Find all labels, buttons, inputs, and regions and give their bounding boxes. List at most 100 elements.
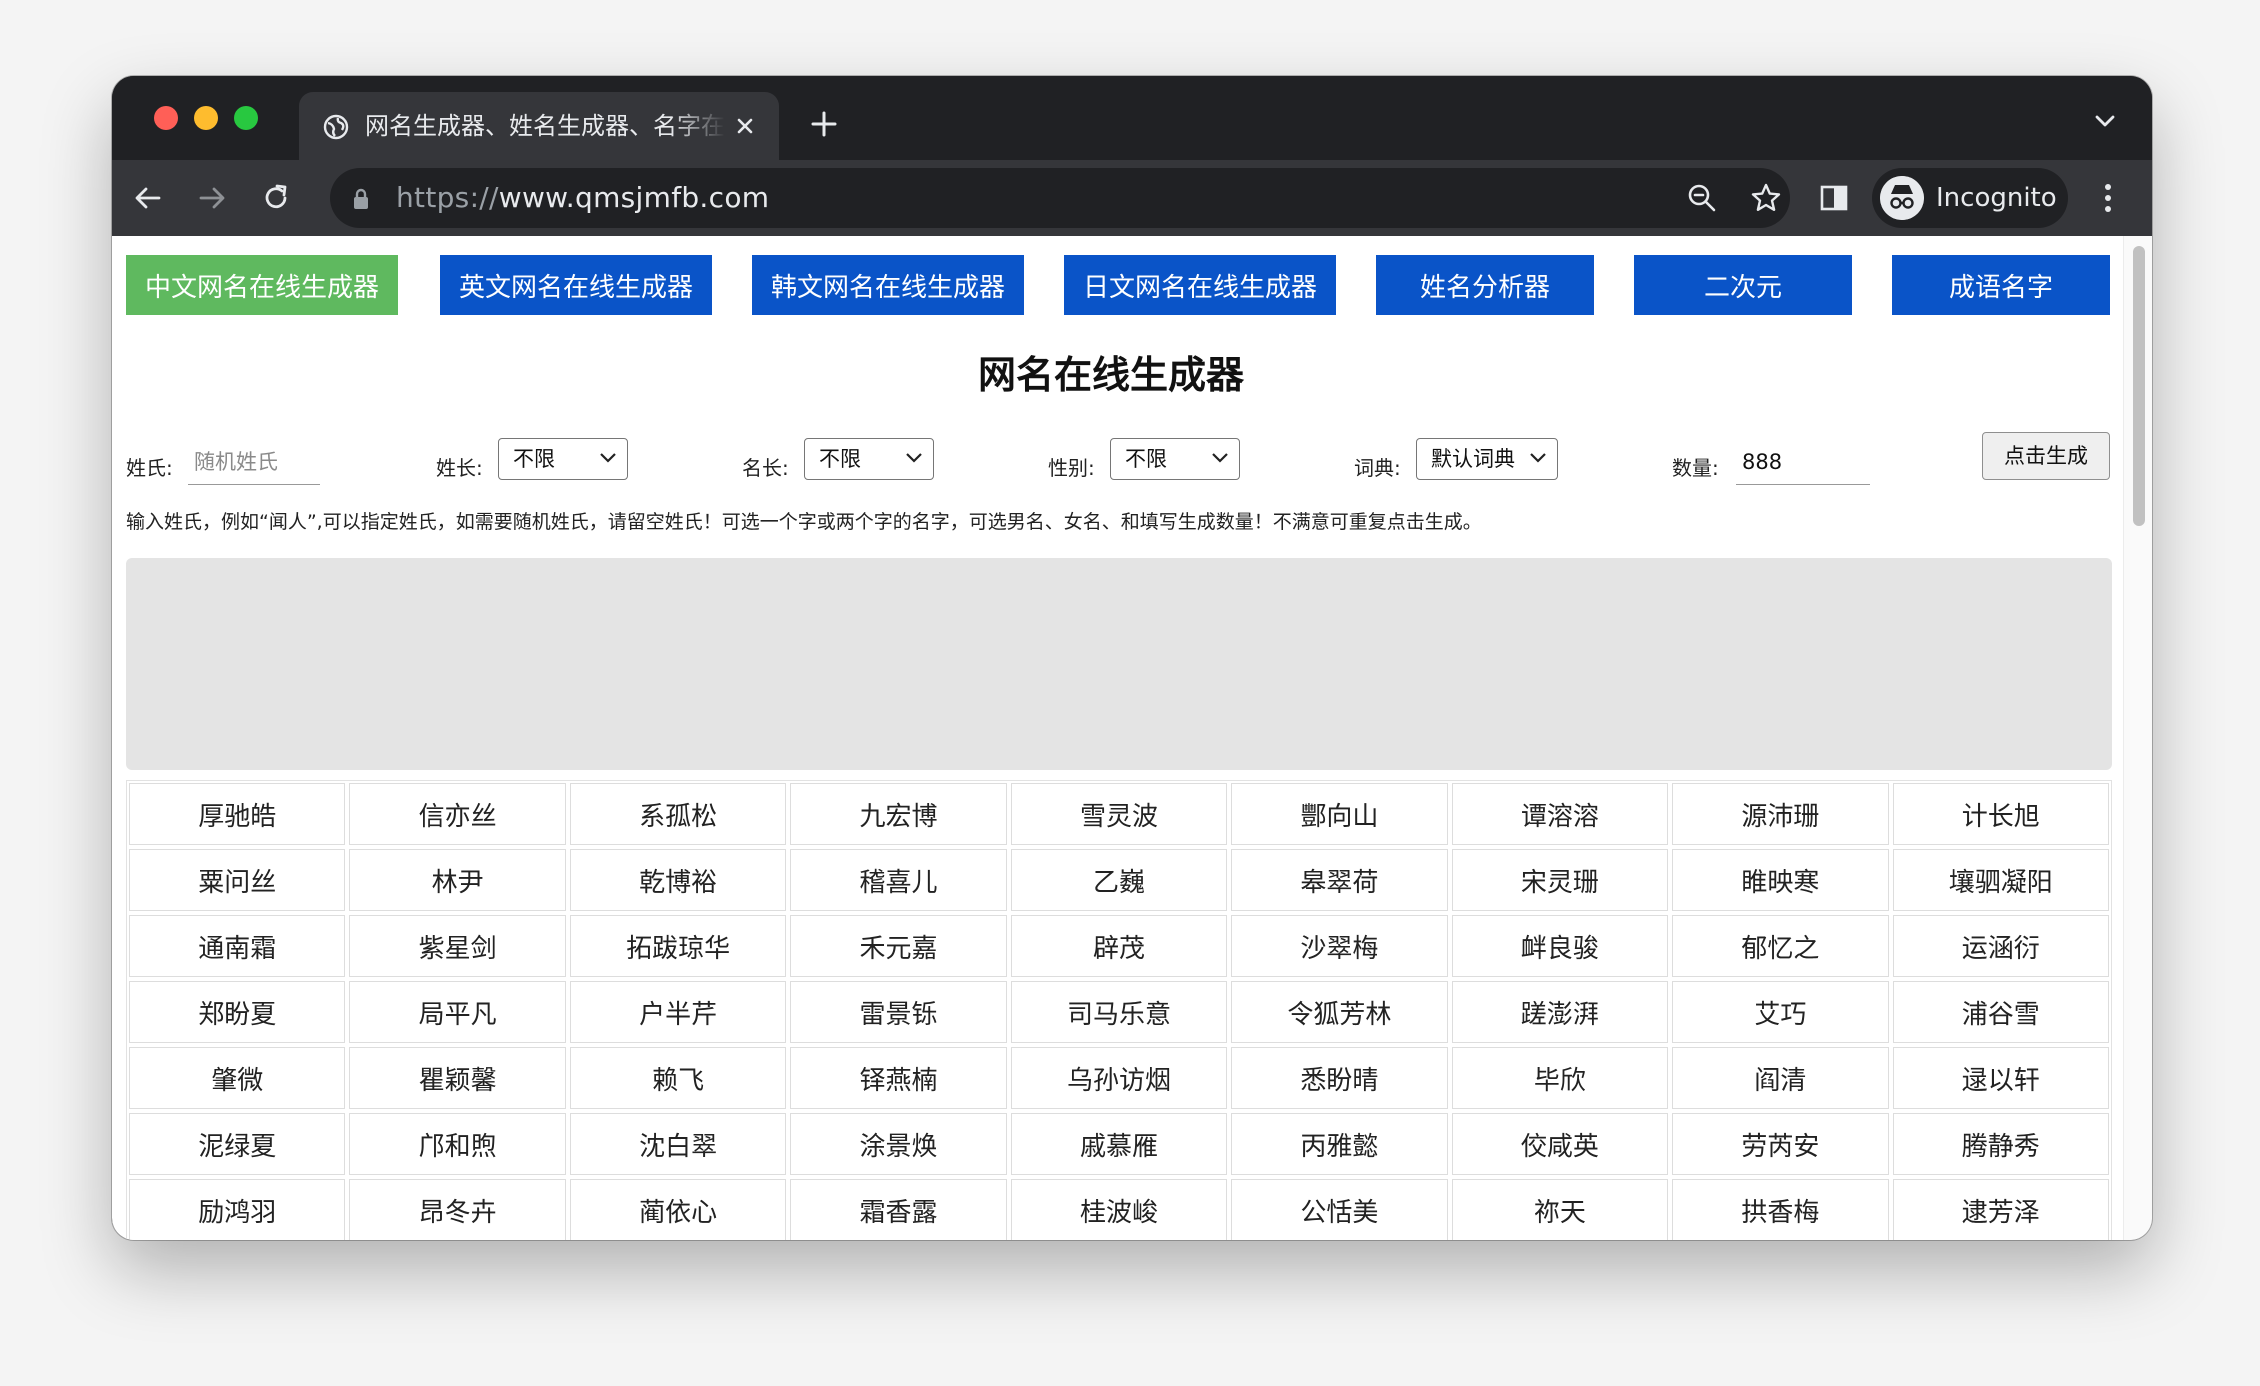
- dictionary-value: 默认词典: [1431, 447, 1515, 471]
- browser-tab[interactable]: 网名生成器、姓名生成器、名字在线生成: [299, 92, 779, 160]
- back-icon[interactable]: [132, 182, 164, 214]
- generate-button[interactable]: 点击生成: [1982, 432, 2110, 480]
- name-cell: 逯以轩: [1892, 1047, 2109, 1109]
- name-cell: 壤驷凝阳: [1892, 849, 2109, 911]
- name-cell: 宋灵珊: [1451, 849, 1669, 911]
- nav-anime-names[interactable]: 二次元: [1634, 255, 1852, 315]
- name-cell: 令狐芳林: [1231, 981, 1448, 1043]
- gender-value: 不限: [1125, 447, 1167, 471]
- name-cell: 紫星剑: [349, 915, 566, 977]
- chevron-down-icon: [1530, 453, 1546, 463]
- name-cell: 霜香露: [790, 1179, 1007, 1240]
- chevron-down-icon: [600, 453, 616, 463]
- count-input[interactable]: 888: [1736, 440, 1870, 485]
- surname-length-label: 姓长:: [436, 456, 483, 480]
- nav-name-analyzer[interactable]: 姓名分析器: [1376, 255, 1594, 315]
- gender-label: 性别:: [1048, 456, 1095, 480]
- name-length-label: 名长:: [742, 456, 789, 480]
- reload-icon[interactable]: [260, 182, 292, 214]
- name-cell: 运涵衍: [1892, 915, 2109, 977]
- plus-icon[interactable]: [810, 110, 838, 138]
- incognito-icon: [1880, 176, 1924, 220]
- dictionary-select[interactable]: 默认词典: [1416, 438, 1558, 480]
- name-cell: 肇微: [129, 1047, 346, 1109]
- name-cell: 阎清: [1672, 1047, 1889, 1109]
- nav-idiom-names[interactable]: 成语名字: [1892, 255, 2110, 315]
- surname-placeholder: 随机姓氏: [194, 450, 278, 474]
- side-panel-icon[interactable]: [1818, 182, 1850, 214]
- name-cell: 郑盼夏: [129, 981, 346, 1043]
- maximize-window-button[interactable]: [234, 106, 258, 130]
- gender-select[interactable]: 不限: [1110, 438, 1240, 480]
- name-cell: 丙雅懿: [1231, 1113, 1448, 1175]
- chevron-down-icon[interactable]: [2094, 114, 2116, 128]
- name-cell: 厚驰皓: [129, 783, 346, 845]
- zoom-icon[interactable]: [1686, 182, 1718, 214]
- name-cell: 拱香梅: [1672, 1179, 1889, 1240]
- name-cell: 戚慕雁: [1010, 1113, 1228, 1175]
- name-cell: 户半芹: [569, 981, 787, 1043]
- name-length-value: 不限: [819, 447, 861, 471]
- ad-placeholder: [126, 558, 2112, 770]
- count-value: 888: [1742, 450, 1783, 474]
- close-window-button[interactable]: [154, 106, 178, 130]
- nav-english-name-generator[interactable]: 英文网名在线生成器: [440, 255, 712, 315]
- name-cell: 沙翠梅: [1231, 915, 1448, 977]
- more-vert-icon[interactable]: [2102, 182, 2114, 214]
- forward-icon[interactable]: [196, 182, 228, 214]
- name-cell: 乾博裕: [569, 849, 787, 911]
- web-page: 中文网名在线生成器 英文网名在线生成器 韩文网名在线生成器 日文网名在线生成器 …: [112, 236, 2152, 1240]
- name-cell: 悉盼晴: [1231, 1047, 1448, 1109]
- name-cell: 局平凡: [349, 981, 566, 1043]
- nav-japanese-name-generator[interactable]: 日文网名在线生成器: [1064, 255, 1336, 315]
- name-cell: 稽喜儿: [790, 849, 1007, 911]
- scrollbar[interactable]: [2123, 236, 2152, 1240]
- nav-korean-name-generator[interactable]: 韩文网名在线生成器: [752, 255, 1024, 315]
- name-cell: 祢天: [1451, 1179, 1669, 1240]
- incognito-indicator[interactable]: Incognito: [1872, 168, 2068, 228]
- name-cell: 浦谷雪: [1892, 981, 2109, 1043]
- browser-window: 网名生成器、姓名生成器、名字在线生成 https://www: [112, 76, 2152, 1240]
- name-cell: 毕欣: [1451, 1047, 1669, 1109]
- address-bar[interactable]: https://www.qmsjmfb.com: [330, 168, 1790, 228]
- name-cell: 睢映寒: [1672, 849, 1889, 911]
- name-cell: 拓跋琼华: [569, 915, 787, 977]
- scrollbar-thumb[interactable]: [2133, 246, 2145, 526]
- name-cell: 瞿颖馨: [349, 1047, 566, 1109]
- page-title: 网名在线生成器: [977, 353, 1244, 397]
- url-host: www.qmsjmfb.com: [498, 181, 770, 214]
- name-cell: 九宏博: [790, 783, 1007, 845]
- name-cell: 赖飞: [569, 1047, 787, 1109]
- name-cell: 系孤松: [569, 783, 787, 845]
- tab-title: 网名生成器、姓名生成器、名字在线生成: [365, 112, 725, 140]
- name-cell: 林尹: [349, 849, 566, 911]
- browser-toolbar: https://www.qmsjmfb.com Incognito: [112, 160, 2152, 236]
- name-cell: 蹉澎湃: [1451, 981, 1669, 1043]
- surname-input[interactable]: 随机姓氏: [188, 440, 320, 485]
- name-length-select[interactable]: 不限: [804, 438, 934, 480]
- name-cell: 涂景焕: [790, 1113, 1007, 1175]
- name-cell: 雪灵波: [1010, 783, 1228, 845]
- name-cell: 逮芳泽: [1892, 1179, 2109, 1240]
- name-cell: 郁忆之: [1672, 915, 1889, 977]
- name-cell: 蔺依心: [569, 1179, 787, 1240]
- star-icon[interactable]: [1750, 182, 1782, 214]
- name-cell: 佼咸英: [1451, 1113, 1669, 1175]
- name-cell: 乌孙访烟: [1010, 1047, 1228, 1109]
- name-cell: 乙巍: [1010, 849, 1228, 911]
- surname-length-select[interactable]: 不限: [498, 438, 628, 480]
- name-cell: 衅良骏: [1451, 915, 1669, 977]
- surname-length-value: 不限: [513, 447, 555, 471]
- tab-strip: 网名生成器、姓名生成器、名字在线生成: [112, 76, 2152, 160]
- name-cell: 沈白翠: [569, 1113, 787, 1175]
- url-scheme: https://: [396, 181, 499, 214]
- name-cell: 粟问丝: [129, 849, 346, 911]
- name-cell: 计长旭: [1892, 783, 2109, 845]
- close-icon[interactable]: [735, 116, 755, 136]
- name-cell: 铎燕楠: [790, 1047, 1007, 1109]
- url-text: https://www.qmsjmfb.com: [396, 181, 769, 215]
- name-cell: 励鸿羽: [129, 1179, 346, 1240]
- lock-icon[interactable]: [352, 188, 370, 210]
- minimize-window-button[interactable]: [194, 106, 218, 130]
- nav-chinese-name-generator[interactable]: 中文网名在线生成器: [126, 255, 398, 315]
